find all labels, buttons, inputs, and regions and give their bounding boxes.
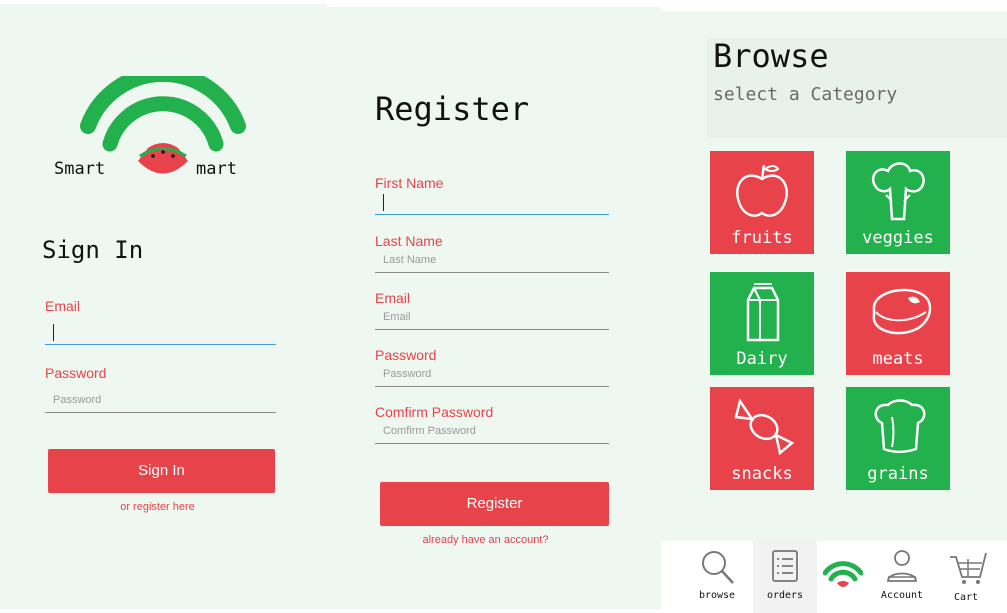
signin-button[interactable]: Sign In: [48, 449, 275, 493]
broccoli-icon: [871, 162, 925, 221]
smartmart-logo-icon: [823, 561, 863, 587]
list-icon: [772, 550, 798, 582]
register-screen: Register First Name Last Name Last Name …: [327, 7, 661, 609]
password-field[interactable]: Password: [45, 390, 276, 413]
page-title: Browse: [713, 37, 829, 75]
category-label: fruits: [731, 228, 793, 248]
category-meats-tile[interactable]: meats: [846, 272, 950, 375]
email-field[interactable]: Email: [375, 307, 609, 330]
nav-label: Account: [880, 590, 924, 601]
nav-browse[interactable]: browse: [685, 541, 749, 613]
browse-screen: Browse select a Category fruits veggies …: [661, 11, 1007, 613]
user-icon: [887, 550, 917, 582]
candy-icon: [734, 397, 795, 456]
register-button[interactable]: Register: [380, 482, 609, 526]
email-label: Email: [45, 298, 81, 314]
text-caret: [383, 194, 384, 211]
category-label: snacks: [731, 464, 793, 484]
first-name-label: First Name: [375, 175, 444, 191]
category-label: veggies: [862, 228, 934, 248]
category-label: Dairy: [736, 349, 788, 369]
category-label: grains: [867, 464, 929, 484]
password-label: Password: [45, 365, 107, 381]
bottom-nav: browse orders Account Cart: [661, 541, 1007, 613]
nav-cart[interactable]: Cart: [934, 541, 998, 613]
apple-icon: [735, 164, 789, 217]
steak-icon: [872, 288, 932, 335]
confirm-password-label: Comfirm Password: [375, 404, 494, 420]
email-label: Email: [375, 290, 411, 306]
category-dairy-tile[interactable]: Dairy: [710, 272, 814, 375]
nav-account[interactable]: Account: [870, 541, 934, 613]
page-title: Register: [375, 90, 530, 128]
bread-icon: [874, 399, 926, 454]
page-title: Sign In: [42, 236, 144, 264]
password-field[interactable]: Password: [375, 364, 609, 387]
logo-text-smart: Smart: [54, 159, 106, 179]
email-field[interactable]: [45, 322, 276, 345]
last-name-field[interactable]: Last Name: [375, 250, 609, 273]
email-placeholder: Email: [383, 311, 411, 323]
nav-label: Cart: [953, 592, 979, 603]
password-label: Password: [375, 347, 437, 363]
category-fruits-tile[interactable]: fruits: [710, 151, 814, 254]
category-label: meats: [872, 349, 924, 369]
signin-link[interactable]: already have an account?: [380, 534, 591, 546]
nav-label: orders: [766, 590, 804, 601]
search-icon: [702, 551, 734, 584]
category-snacks-tile[interactable]: snacks: [710, 387, 814, 490]
logo-text-mart: mart: [196, 159, 237, 179]
signin-screen: Smart mart Sign In Email Password Passwo…: [0, 4, 327, 609]
nav-orders[interactable]: orders: [753, 541, 817, 613]
confirm-password-placeholder: Comfirm Password: [383, 425, 476, 437]
category-grains-tile[interactable]: grains: [846, 387, 950, 490]
nav-label: browse: [698, 590, 736, 601]
nav-home[interactable]: [811, 541, 875, 613]
cart-icon: [950, 552, 987, 584]
text-caret: [53, 324, 54, 341]
password-placeholder: Password: [383, 368, 432, 380]
milk-carton-icon: [746, 283, 780, 342]
register-link[interactable]: or register here: [48, 501, 267, 513]
first-name-field[interactable]: [375, 192, 609, 215]
category-veggies-tile[interactable]: veggies: [846, 151, 950, 254]
password-placeholder: Password: [53, 394, 102, 406]
page-subtitle: select a Category: [713, 84, 898, 105]
confirm-password-field[interactable]: Comfirm Password: [375, 421, 609, 444]
last-name-placeholder: Last Name: [383, 254, 437, 266]
last-name-label: Last Name: [375, 233, 443, 249]
